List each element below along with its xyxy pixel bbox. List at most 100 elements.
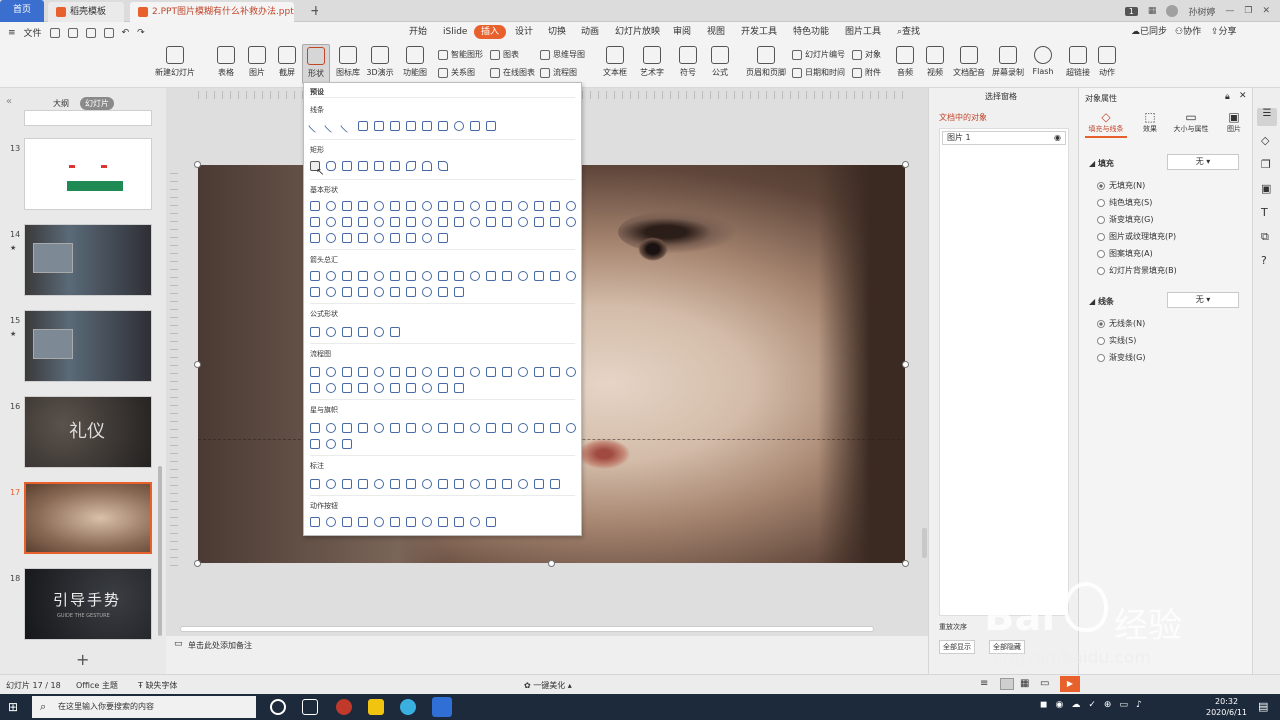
shape-option[interactable] [534,217,544,227]
tray-icon[interactable]: ✓ [1088,700,1096,710]
shapes-button[interactable]: 形状 [302,44,330,84]
resize-handle[interactable] [902,560,909,567]
relation-chart-button[interactable]: 关系图 [438,67,475,78]
shape-option[interactable] [438,287,448,297]
clock[interactable]: 20:32 2020/6/11 [1206,696,1247,718]
shape-option[interactable] [310,439,320,449]
snip-diagonal-shape[interactable] [374,161,384,171]
resize-handle[interactable] [194,560,201,567]
properties-icon[interactable]: ☰ [1257,108,1277,126]
shape-option[interactable] [310,517,320,527]
notification-icon[interactable]: ▤ [1258,700,1268,713]
tab-slides[interactable]: 幻灯片 [80,97,114,110]
close-icon[interactable]: ✕ [1239,91,1247,101]
shape-option[interactable] [342,287,352,297]
shape-option[interactable] [406,423,416,433]
shape-option[interactable] [454,383,464,393]
shape-option[interactable] [390,517,400,527]
menu-features[interactable]: 特色功能 [790,25,832,39]
shape-option[interactable] [454,201,464,211]
tab-document[interactable]: 2.PPT图片模糊有什么补救办法.pptx [130,2,294,22]
round-single-shape[interactable] [406,161,416,171]
sorter-view-icon[interactable]: ▦ [1020,678,1029,689]
shape-option[interactable] [358,383,368,393]
scribble-shape[interactable] [486,121,496,131]
tray-icon[interactable]: ⊕ [1104,700,1112,710]
slide-thumb-15[interactable] [24,310,152,382]
shape-option[interactable] [390,367,400,377]
shape-option[interactable] [406,201,416,211]
shape-option[interactable] [326,201,336,211]
share-button[interactable]: ⇪分享 [1208,25,1240,39]
preview-icon[interactable] [103,27,114,38]
star-shapes-row-2[interactable] [310,439,575,451]
shape-option[interactable] [406,517,416,527]
shape-option[interactable] [358,233,368,243]
shape-option[interactable] [470,271,480,281]
shape-option[interactable] [534,201,544,211]
shape-option[interactable] [486,479,496,489]
file-explorer-icon[interactable] [368,699,384,715]
radio-no-fill[interactable]: 无填充(N) [1097,180,1145,191]
app-record-icon[interactable] [336,699,352,715]
double-arrow-line-shape[interactable] [339,118,355,134]
collab-button[interactable]: ⚇协作 [1172,25,1204,39]
shape-option[interactable] [438,233,448,243]
tab-picture[interactable]: ▣ 图片 [1219,110,1249,134]
curve-shape[interactable] [454,121,464,131]
resize-handle[interactable] [194,161,201,168]
shape-option[interactable] [326,287,336,297]
shape-option[interactable] [486,271,496,281]
shape-option[interactable] [438,201,448,211]
arrow-shapes-row-1[interactable] [310,271,576,283]
lock-icon[interactable]: 🔒︎ [1225,92,1230,102]
add-slide-button[interactable]: + [76,650,89,669]
line-section-label[interactable]: ◢ 线条 [1089,296,1114,307]
tab-outline[interactable]: 大纲 [48,97,74,110]
shape-option[interactable] [566,217,576,227]
line-shape[interactable] [307,118,323,134]
arrow-line-shape[interactable] [323,118,339,134]
snip-same-side-shape[interactable] [358,161,368,171]
shape-option[interactable] [374,233,384,243]
shape-option[interactable] [390,327,400,337]
shape-option[interactable] [438,517,448,527]
slide-thumb-13[interactable] [24,138,152,210]
network-icon[interactable]: ▭ [1119,700,1128,710]
volume-icon[interactable]: ♪ [1136,700,1142,710]
curved-connector-shape[interactable] [406,121,416,131]
rounded-rect-shape[interactable] [326,161,336,171]
equation-shapes[interactable] [310,327,575,339]
shape-option[interactable] [374,217,384,227]
file-menu[interactable]: 文件 [24,26,42,39]
shape-option[interactable] [374,271,384,281]
fill-dropdown[interactable]: 无 ▾ [1167,154,1239,170]
basic-shapes-row-3[interactable] [310,233,575,245]
shape-option[interactable] [310,479,320,489]
shape-option[interactable] [422,367,432,377]
shape-option[interactable] [342,367,352,377]
menu-start[interactable]: 开始 [406,25,430,39]
rect-shapes[interactable] [310,161,575,173]
shape-option[interactable] [422,287,432,297]
shape-option[interactable] [470,479,480,489]
shape-option[interactable] [390,423,400,433]
shape-option[interactable] [374,517,384,527]
shape-option[interactable] [310,201,320,211]
shape-option[interactable] [326,423,336,433]
video-button[interactable]: 视频 [922,46,948,78]
shape-option[interactable] [358,287,368,297]
round-same-side-shape[interactable] [422,161,432,171]
shape-option[interactable] [454,287,464,297]
new-slide-button[interactable]: 新建幻灯片 [154,46,196,78]
shape-option[interactable] [566,271,576,281]
icon-library-button[interactable]: 图标库 [334,46,362,78]
sync-status[interactable]: ☁已同步 [1128,25,1170,39]
date-time-button[interactable]: 日期和时间 [792,67,845,78]
shape-option[interactable] [422,423,432,433]
resize-handle[interactable] [902,361,909,368]
print-icon[interactable] [85,27,96,38]
attachment-button[interactable]: 附件 [852,67,881,78]
shape-option[interactable] [502,479,512,489]
shape-option[interactable] [486,217,496,227]
